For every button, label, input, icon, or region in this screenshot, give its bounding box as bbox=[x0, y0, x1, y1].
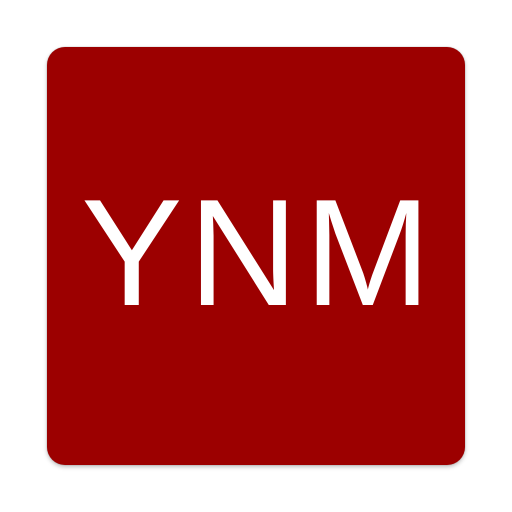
app-icon[interactable]: YNM bbox=[47, 47, 465, 465]
app-icon-label: YNM bbox=[81, 168, 437, 338]
icon-canvas: YNM bbox=[0, 0, 512, 512]
